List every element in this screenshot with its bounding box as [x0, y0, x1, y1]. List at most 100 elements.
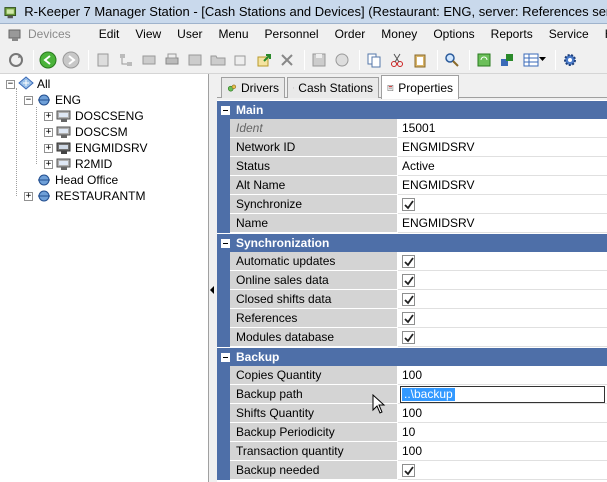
menu-help[interactable]: Help: [597, 24, 607, 45]
tab-cash-stations[interactable]: Cash Stations: [287, 77, 379, 98]
online-sales-data-checkbox[interactable]: [402, 274, 415, 287]
row-gutter: [217, 385, 230, 404]
forward-button[interactable]: [61, 50, 81, 70]
row-gutter: [217, 366, 230, 385]
property-row-alt-name: Alt Name ENGMIDSRV: [217, 176, 607, 195]
find-button[interactable]: [442, 50, 462, 70]
section-backup[interactable]: Backup: [217, 348, 607, 366]
property-value[interactable]: ENGMIDSRV: [398, 176, 607, 195]
section-main[interactable]: Main: [217, 101, 607, 119]
print-button[interactable]: [162, 50, 182, 70]
menu-menu[interactable]: Menu: [211, 24, 257, 45]
menu-devices[interactable]: Devices: [0, 24, 79, 45]
collapse-icon[interactable]: [221, 352, 230, 362]
expand-icon[interactable]: +: [44, 143, 53, 153]
tree-button[interactable]: [116, 50, 136, 70]
tree-node-head-office[interactable]: Head Office: [36, 172, 118, 188]
expand-icon[interactable]: +: [24, 191, 33, 201]
copy-tree-button[interactable]: [139, 50, 159, 70]
row-gutter: [217, 195, 230, 214]
menu-edit[interactable]: Edit: [91, 24, 128, 45]
menu-service[interactable]: Service: [541, 24, 597, 45]
delete-button[interactable]: [277, 50, 297, 70]
tree-node-doscseng[interactable]: + DOSCSENG: [44, 108, 144, 124]
backup-path-input[interactable]: ..\backup: [400, 386, 605, 403]
copy-button[interactable]: [364, 50, 384, 70]
paste-button[interactable]: [410, 50, 430, 70]
checkmark-icon: [404, 466, 414, 476]
menu-user[interactable]: User: [169, 24, 210, 45]
sync-button[interactable]: [474, 50, 494, 70]
toolbar-separator: [88, 49, 89, 70]
tab-properties[interactable]: Properties: [381, 75, 459, 99]
collapse-icon[interactable]: [221, 238, 230, 248]
section-title: Backup: [236, 350, 280, 364]
property-value[interactable]: 100: [398, 442, 607, 461]
edit-button[interactable]: [231, 50, 251, 70]
tree-label: ENGMIDSRV: [75, 141, 148, 155]
property-value[interactable]: 10: [398, 423, 607, 442]
property-value[interactable]: ENGMIDSRV: [398, 214, 607, 233]
back-button[interactable]: [38, 50, 58, 70]
property-value[interactable]: 15001: [398, 119, 607, 138]
section-synchronization[interactable]: Synchronization: [217, 234, 607, 252]
transfer-button[interactable]: [497, 50, 517, 70]
collapse-icon[interactable]: [221, 105, 230, 115]
menu-reports[interactable]: Reports: [483, 24, 541, 45]
property-row-modules-database: Modules database: [217, 328, 607, 347]
menu-options[interactable]: Options: [425, 24, 482, 45]
menu-money[interactable]: Money: [373, 24, 425, 45]
tree-node-all[interactable]: − All: [6, 76, 50, 92]
copy-icon: [367, 53, 381, 67]
view-mode-dropdown[interactable]: [520, 50, 548, 70]
tree-node-engmidsrv[interactable]: + ENGMIDSRV: [44, 140, 147, 156]
references-checkbox[interactable]: [402, 312, 415, 325]
magnifier-icon: [445, 52, 459, 67]
menu-devices-label: Devices: [28, 27, 71, 41]
expand-icon[interactable]: +: [44, 127, 53, 137]
tree-node-restaurantm[interactable]: + RESTAURANTM: [24, 188, 145, 204]
toolbar-separator: [469, 49, 470, 70]
property-value: [398, 290, 607, 309]
backup-needed-checkbox[interactable]: [402, 464, 415, 477]
settings-button[interactable]: [560, 50, 580, 70]
automatic-updates-checkbox[interactable]: [402, 255, 415, 268]
property-value[interactable]: 100: [398, 404, 607, 423]
menu-personnel[interactable]: Personnel: [257, 24, 327, 45]
property-row-closed-shifts-data: Closed shifts data: [217, 290, 607, 309]
folder-button[interactable]: [208, 50, 228, 70]
export-button[interactable]: [254, 50, 274, 70]
properties-icon: [387, 84, 394, 91]
cut-button[interactable]: [387, 50, 407, 70]
collapse-icon[interactable]: −: [6, 79, 15, 89]
refresh-button[interactable]: [6, 50, 26, 70]
new-item-button[interactable]: [93, 50, 113, 70]
property-value: [398, 309, 607, 328]
expand-icon[interactable]: +: [44, 159, 53, 169]
tree-node-r2mid[interactable]: + R2MID: [44, 156, 112, 172]
tree-node-doscsm[interactable]: + DOSCSM: [44, 124, 128, 140]
image-button[interactable]: [185, 50, 205, 70]
property-value[interactable]: 100: [398, 366, 607, 385]
synchronize-checkbox[interactable]: [402, 198, 415, 211]
property-name: Transaction quantity: [230, 442, 398, 461]
image-icon: [188, 54, 202, 65]
tree-node-eng[interactable]: − ENG: [24, 92, 81, 108]
collapse-left-arrow-icon[interactable]: [210, 286, 214, 294]
modules-database-checkbox[interactable]: [402, 331, 415, 344]
property-row-status: Status Active: [217, 157, 607, 176]
property-value[interactable]: ENGMIDSRV: [398, 138, 607, 157]
menu-view[interactable]: View: [127, 24, 169, 45]
expand-icon[interactable]: +: [44, 111, 53, 121]
save-button[interactable]: [309, 50, 329, 70]
row-gutter: [217, 252, 230, 271]
property-row-shifts-quantity: Shifts Quantity 100: [217, 404, 607, 423]
property-row-online-sales-data: Online sales data: [217, 271, 607, 290]
cancel-button[interactable]: [332, 50, 352, 70]
closed-shifts-data-checkbox[interactable]: [402, 293, 415, 306]
property-value[interactable]: Active: [398, 157, 607, 176]
tab-drivers[interactable]: Drivers: [221, 77, 285, 98]
pane-splitter[interactable]: [208, 74, 216, 482]
menu-order[interactable]: Order: [327, 24, 374, 45]
collapse-icon[interactable]: −: [24, 95, 33, 105]
